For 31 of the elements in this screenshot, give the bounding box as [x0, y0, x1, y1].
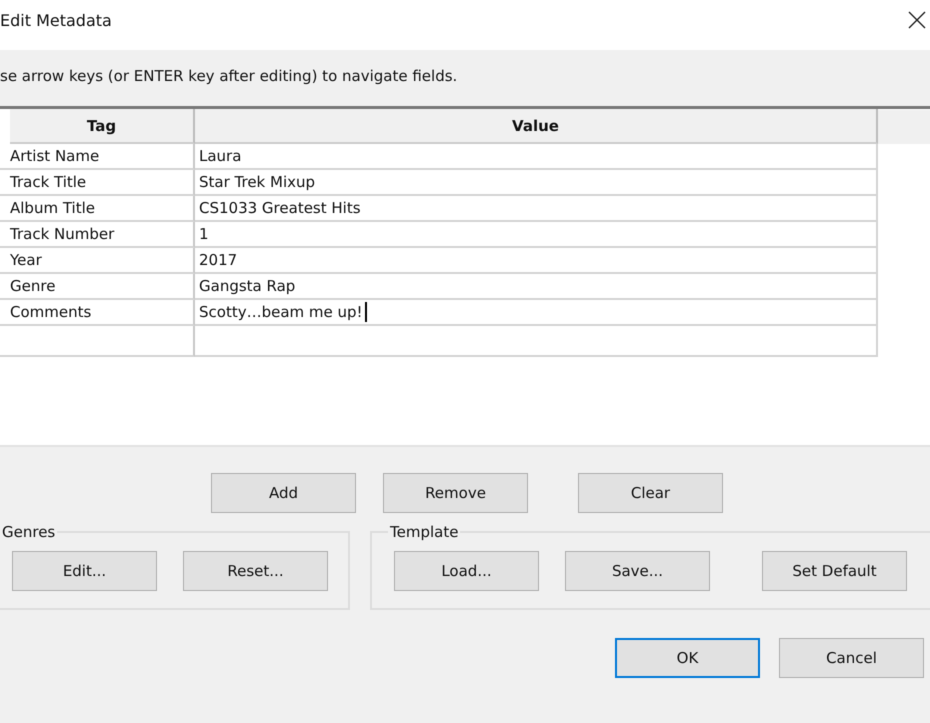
table-cell: Comments	[0, 300, 195, 326]
close-icon[interactable]	[908, 11, 926, 29]
button[interactable]: Edit...	[12, 551, 157, 591]
window-title: Edit Metadata	[0, 10, 112, 30]
value-input[interactable]: Scotty…beam me up!	[195, 300, 878, 326]
table-cell: Genre	[0, 274, 195, 300]
button[interactable]: Remove	[383, 473, 528, 513]
column-header[interactable]: Value	[195, 109, 878, 144]
table-cell: Star Trek Mixup	[195, 170, 878, 196]
instructions-text: se arrow keys (or ENTER key after editing) to navigate fields.	[0, 67, 458, 85]
table-cell: CS1033 Greatest Hits	[195, 196, 878, 222]
button[interactable]: Load...	[394, 551, 539, 591]
table-cell: Laura	[195, 144, 878, 170]
table-cell: Gangsta Rap	[195, 274, 878, 300]
group-label: Template	[389, 523, 460, 541]
ok-button[interactable]: OK	[615, 638, 760, 678]
table-cell: Track Number	[0, 222, 195, 248]
column-header[interactable]: Tag	[10, 109, 195, 144]
button[interactable]: Add	[211, 473, 356, 513]
table-cell: 2017	[195, 248, 878, 274]
table-cell: Track Title	[0, 170, 195, 196]
table-cell: 1	[195, 222, 878, 248]
cancel-button[interactable]: Cancel	[779, 638, 924, 678]
table-cell: Album Title	[0, 196, 195, 222]
button[interactable]: Clear	[578, 473, 723, 513]
table-cell: Artist Name	[0, 144, 195, 170]
group-label: Genres	[1, 523, 56, 541]
button[interactable]: Reset...	[183, 551, 328, 591]
button[interactable]: Save...	[565, 551, 710, 591]
table-cell: Year	[0, 248, 195, 274]
button[interactable]: Set Default	[762, 551, 907, 591]
